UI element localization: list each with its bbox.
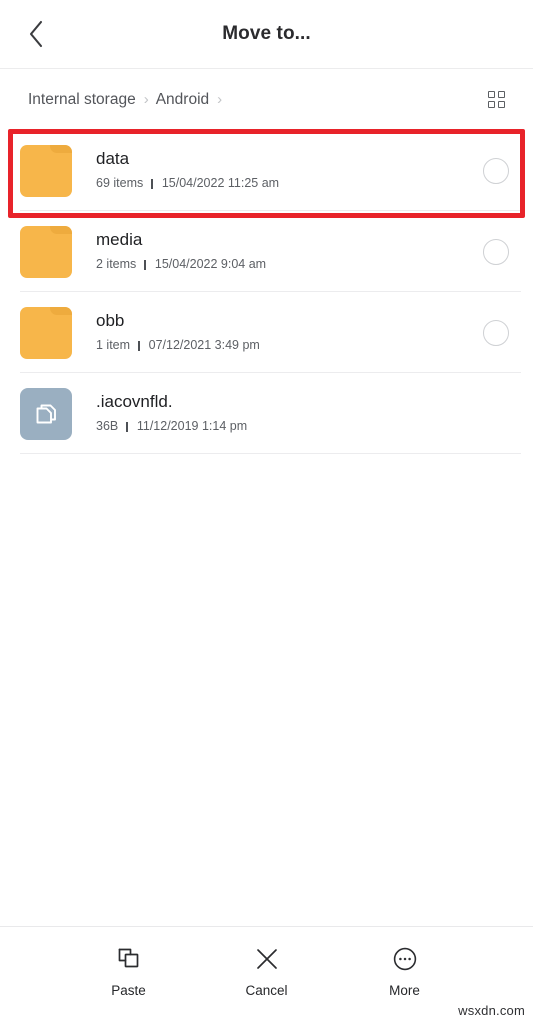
file-icon-wrapper [20, 306, 72, 359]
meta-separator-icon [138, 341, 140, 352]
select-radio[interactable] [483, 157, 509, 184]
document-copy-icon [20, 387, 72, 440]
list-item-meta: 2 items 15/04/2022 9:04 am [96, 258, 469, 272]
list-item-date: 15/04/2022 9:04 am [154, 257, 267, 272]
list-item-count: 69 items [96, 176, 144, 191]
cancel-button[interactable]: Cancel [223, 945, 311, 998]
cancel-label: Cancel [245, 983, 288, 999]
file-list: data 69 items 15/04/2022 11:25 am media … [0, 130, 533, 454]
list-item-count: 1 item [96, 338, 131, 353]
more-button[interactable]: More [361, 945, 449, 998]
list-item-date: 15/04/2022 11:25 am [161, 176, 280, 191]
more-label: More [389, 983, 420, 999]
paste-button[interactable]: Paste [85, 945, 173, 998]
file-manager-move-screen: Move to... Internal storage › Android › … [0, 0, 533, 1024]
select-radio[interactable] [483, 238, 509, 265]
list-item[interactable]: obb 1 item 07/12/2021 3:49 pm [0, 292, 533, 373]
list-item-size: 36B [96, 419, 119, 434]
breadcrumb-item-android[interactable]: Android [156, 91, 209, 109]
list-item[interactable]: data 69 items 15/04/2022 11:25 am [0, 130, 533, 211]
file-icon-wrapper [20, 225, 72, 278]
list-item-date: 07/12/2021 3:49 pm [148, 338, 260, 353]
app-bar: Move to... [0, 0, 533, 69]
breadcrumb-item-internal-storage[interactable]: Internal storage [28, 91, 136, 109]
chevron-left-icon [26, 19, 46, 49]
folder-icon [20, 144, 72, 197]
folder-icon [20, 306, 72, 359]
list-item-text: .iacovnfld. 36B 11/12/2019 1:14 pm [96, 393, 469, 434]
list-item-name: media [96, 230, 143, 249]
folder-icon [20, 225, 72, 278]
paste-icon [115, 945, 143, 973]
meta-separator-icon [144, 260, 146, 271]
list-item-name: obb [96, 311, 125, 330]
list-item-text: data 69 items 15/04/2022 11:25 am [96, 150, 469, 191]
breadcrumb-separator-icon: › [143, 91, 149, 108]
list-item-meta: 1 item 07/12/2021 3:49 pm [96, 339, 469, 353]
breadcrumb: Internal storage › Android › [28, 91, 479, 109]
list-item-meta: 36B 11/12/2019 1:14 pm [96, 420, 469, 434]
list-item-meta: 69 items 15/04/2022 11:25 am [96, 177, 469, 191]
meta-separator-icon [151, 179, 153, 190]
list-item-name: data [96, 149, 130, 168]
back-button[interactable] [16, 14, 56, 54]
watermark: wsxdn.com [458, 1003, 525, 1018]
list-item-date: 11/12/2019 1:14 pm [136, 419, 248, 434]
meta-separator-icon [126, 422, 128, 433]
list-item[interactable]: media 2 items 15/04/2022 9:04 am [0, 211, 533, 292]
bottom-action-bar: Paste Cancel More [0, 926, 533, 1024]
list-divider [20, 453, 521, 454]
list-item-count: 2 items [96, 257, 137, 272]
more-circle-icon [391, 945, 419, 973]
list-item-name: .iacovnfld. [96, 392, 173, 411]
file-icon-wrapper [20, 144, 72, 197]
list-item-text: media 2 items 15/04/2022 9:04 am [96, 231, 469, 272]
paste-label: Paste [111, 983, 146, 999]
select-radio[interactable] [483, 319, 509, 346]
list-item[interactable]: .iacovnfld. 36B 11/12/2019 1:14 pm [0, 373, 533, 454]
list-item-text: obb 1 item 07/12/2021 3:49 pm [96, 312, 469, 353]
page-title: Move to... [222, 23, 311, 44]
close-x-icon [253, 945, 281, 973]
file-icon-wrapper [20, 387, 72, 440]
breadcrumb-separator-icon: › [217, 91, 223, 108]
grid-view-toggle-button[interactable] [479, 83, 513, 117]
breadcrumb-bar: Internal storage › Android › [0, 69, 533, 130]
grid-view-icon [487, 91, 505, 108]
